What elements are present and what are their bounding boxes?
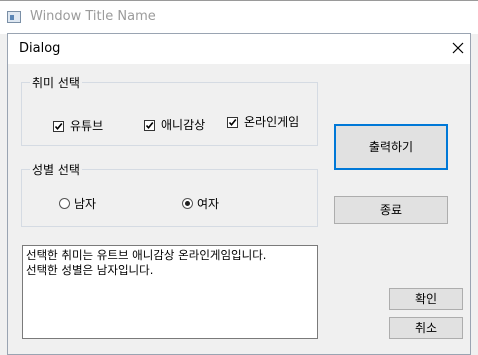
output-line: 선택한 취미는 유트브 애니감상 온라인게임입니다. xyxy=(26,248,267,262)
window-app-icon xyxy=(7,11,21,23)
checkbox-online-game-label[interactable]: 온라인게임 xyxy=(244,113,299,130)
radio-female[interactable] xyxy=(182,198,193,209)
output-textbox[interactable]: 선택한 취미는 유트브 애니감상 온라인게임입니다. 선택한 성별은 남자입니다… xyxy=(22,245,318,339)
radio-male-label[interactable]: 남자 xyxy=(74,195,96,212)
gender-group-legend: 성별 선택 xyxy=(30,161,82,178)
radio-female-label[interactable]: 여자 xyxy=(197,195,219,212)
exit-button[interactable]: 종료 xyxy=(334,196,448,224)
cancel-button-label: 취소 xyxy=(414,321,438,335)
outer-window-titlebar: Window Title Name xyxy=(0,0,478,34)
cancel-button[interactable]: 취소 xyxy=(389,317,463,339)
checkbox-anime[interactable] xyxy=(144,120,155,131)
output-line: 선택한 성별은 남자입니다. xyxy=(26,263,154,277)
checkmark-icon xyxy=(54,122,63,131)
dialog-title: Dialog xyxy=(19,41,61,56)
hobby-groupbox: 취미 선택 유튜브 애니감상 온라인게임 xyxy=(21,74,318,146)
outer-window-title: Window Title Name xyxy=(30,9,156,24)
gender-groupbox: 성별 선택 남자 여자 xyxy=(21,161,318,227)
radio-dot-icon xyxy=(185,201,190,206)
checkbox-online-game[interactable] xyxy=(227,117,238,128)
exit-button-label: 종료 xyxy=(379,203,403,217)
checkmark-icon xyxy=(145,121,154,130)
checkbox-youtube-label[interactable]: 유튜브 xyxy=(70,117,103,134)
print-button[interactable]: 출력하기 xyxy=(334,124,448,170)
checkbox-anime-label[interactable]: 애니감상 xyxy=(161,116,205,133)
print-button-label: 출력하기 xyxy=(368,140,414,154)
ok-button[interactable]: 확인 xyxy=(389,288,463,310)
dialog-window: Dialog 취미 선택 유튜브 애니감상 온라인게임 성별 선택 남자 여자 xyxy=(7,33,471,355)
dialog-titlebar: Dialog xyxy=(8,34,470,64)
close-icon[interactable] xyxy=(451,41,465,55)
hobby-group-legend: 취미 선택 xyxy=(30,74,82,91)
ok-button-label: 확인 xyxy=(414,292,438,306)
checkbox-youtube[interactable] xyxy=(53,121,64,132)
checkmark-icon xyxy=(228,118,237,127)
radio-male[interactable] xyxy=(59,198,70,209)
